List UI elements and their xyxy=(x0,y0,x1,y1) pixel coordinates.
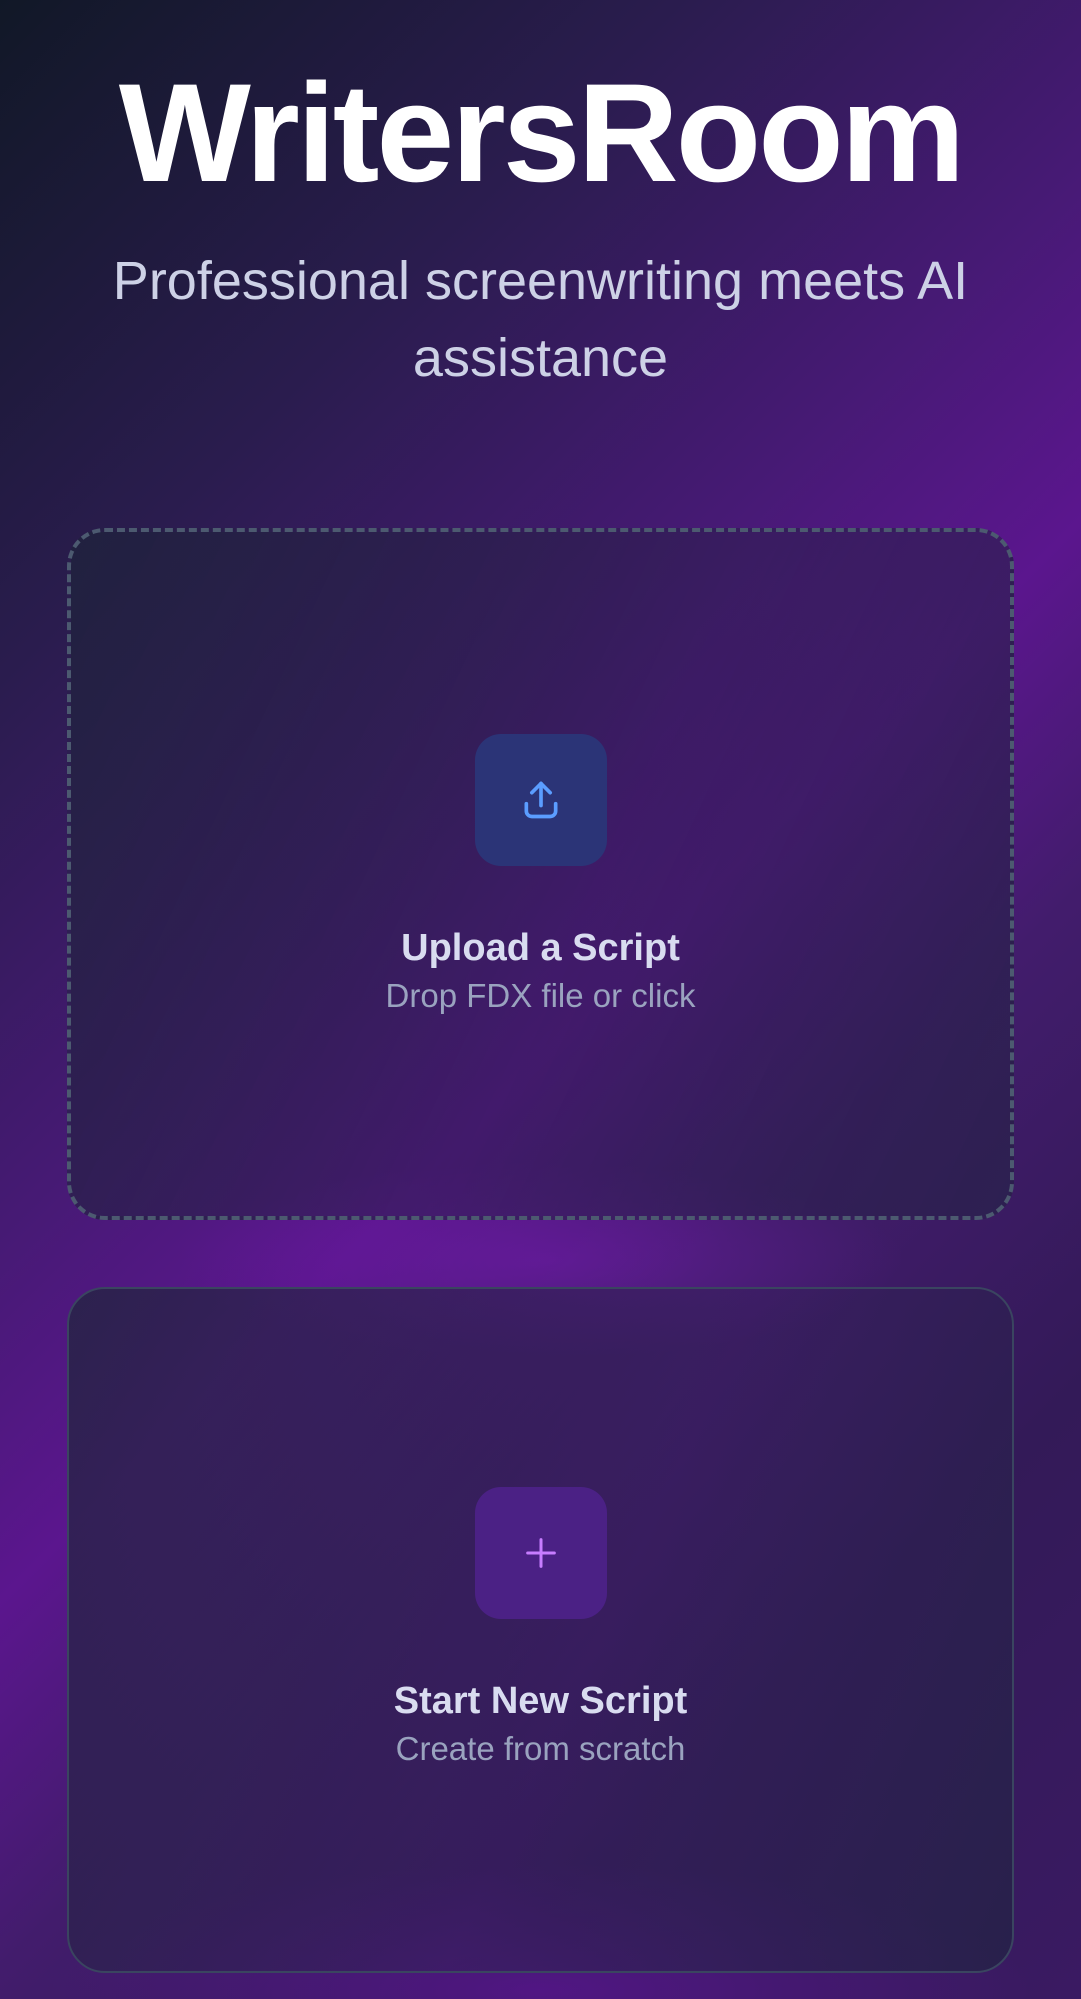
upload-card-subtitle: Drop FDX file or click xyxy=(385,977,696,1014)
new-script-card-subtitle: Create from scratch xyxy=(395,1730,686,1767)
plus-icon xyxy=(525,1538,556,1568)
new-script-card-title: Start New Script xyxy=(393,1680,688,1722)
app-title: WritersRoom xyxy=(118,54,965,211)
upload-script-dropzone[interactable]: Upload a Script Drop FDX file or click xyxy=(67,528,1014,1220)
plus-icon-tile xyxy=(474,1487,607,1619)
upload-icon xyxy=(524,781,557,819)
upload-card-title: Upload a Script xyxy=(401,927,680,969)
upload-icon-tile xyxy=(474,734,607,866)
start-new-script-button[interactable]: Start New Script Create from scratch xyxy=(67,1287,1014,1973)
app-tagline: Professional screenwriting meets AI assi… xyxy=(112,251,969,388)
